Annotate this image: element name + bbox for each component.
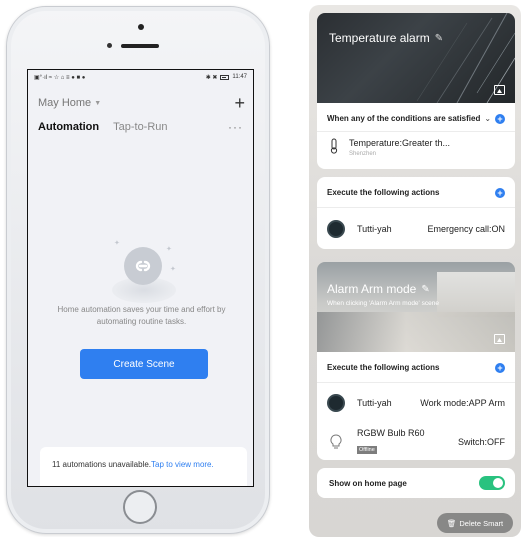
status-time: 11:47	[232, 74, 247, 80]
device-icon	[327, 220, 345, 238]
actions-header: Execute the following actions	[327, 188, 440, 197]
kitchen-image-part	[317, 312, 515, 352]
bulb-icon	[327, 433, 345, 451]
status-right: ✱ ✖ 11:47	[206, 74, 247, 81]
condition-header-text: When any of the conditions are satisfied	[327, 114, 481, 123]
scene-banner-alarm[interactable]: Alarm Arm mode ✎ When clicking 'Alarm Ar…	[317, 262, 515, 352]
condition-item[interactable]: Temperature:Greater th... Shenzhen	[327, 138, 450, 157]
thermometer-icon	[327, 138, 341, 154]
sparkle-icon: ✦	[170, 266, 176, 273]
app-header: May Home ▼ +	[28, 84, 253, 114]
alarm-scene-subtitle: When clicking 'Alarm Arm mode' scene	[327, 300, 439, 307]
add-condition-icon[interactable]: +	[495, 114, 505, 124]
action-device-name: Tutti-yah	[357, 398, 392, 408]
divider	[317, 207, 515, 208]
trash-icon: 🗑	[446, 518, 457, 528]
more-icon[interactable]: ···	[228, 120, 243, 134]
screenshot-root: ▣°·ıl ≈ ☆ ⌂ ≡ ● ■ ● ✱ ✖ 11:47 May Home ▼…	[0, 0, 521, 537]
empty-state-text: Home automation saves your time and effo…	[57, 305, 226, 326]
actions-header: Execute the following actions	[327, 363, 440, 372]
kitchen-image-part	[437, 272, 515, 317]
change-image-icon[interactable]	[494, 334, 505, 344]
actions-card-alarm: Execute the following actions + Tutti-ya…	[317, 352, 515, 460]
show-on-home-card: Show on home page	[317, 468, 515, 498]
actions-card-temperature: Execute the following actions + Tutti-ya…	[317, 177, 515, 249]
delete-smart-button[interactable]: 🗑 Delete Smart	[437, 513, 513, 533]
tab-tap-to-run[interactable]: Tap-to-Run	[113, 121, 167, 133]
tap-to-view-more-link[interactable]: Tap to view more.	[151, 460, 214, 469]
earpiece-speaker	[121, 44, 159, 48]
caret-down-icon: ▼	[94, 99, 102, 107]
chevron-down-icon: ⌄	[484, 114, 492, 123]
tab-bar: Automation Tap-to-Run ···	[28, 114, 253, 140]
rain-texture	[416, 13, 515, 103]
status-left-icons: ▣°·ıl ≈ ☆ ⌂ ≡ ● ■ ●	[34, 74, 86, 81]
home-selector[interactable]: May Home ▼	[38, 97, 101, 109]
offline-badge: Offline	[357, 446, 377, 454]
home-button[interactable]	[123, 490, 157, 524]
action-item[interactable]: Tutti-yah Work mode:APP Arm	[327, 394, 505, 412]
phone-frame: ▣°·ıl ≈ ☆ ⌂ ≡ ● ■ ● ✱ ✖ 11:47 May Home ▼…	[6, 6, 270, 534]
automation-link-icon	[124, 247, 162, 285]
battery-icon	[220, 74, 230, 80]
action-device-name: Tutti-yah	[357, 224, 392, 234]
condition-card: When any of the conditions are satisfied…	[317, 103, 515, 169]
status-bar: ▣°·ıl ≈ ☆ ⌂ ≡ ● ■ ● ✱ ✖ 11:47	[28, 70, 253, 84]
show-on-home-toggle[interactable]	[479, 476, 505, 490]
temperature-scene-title: Temperature alarm	[329, 31, 430, 45]
sparkle-icon: ✦	[166, 246, 172, 253]
proximity-sensor	[107, 43, 112, 48]
sparkle-icon: ✦	[114, 240, 120, 247]
scene-title: Alarm Arm mode ✎	[327, 282, 430, 296]
divider	[317, 131, 515, 132]
empty-state-illustration: ✦ ✦ ✦	[104, 235, 184, 305]
tab-automation[interactable]: Automation	[38, 121, 99, 133]
condition-location: Shenzhen	[349, 151, 377, 157]
delete-smart-label: Delete Smart	[459, 518, 504, 528]
condition-header[interactable]: When any of the conditions are satisfied…	[327, 114, 491, 123]
unavailable-notice: 11 automations unavailable.Tap to view m…	[40, 447, 247, 486]
add-icon[interactable]: +	[234, 94, 245, 112]
action-device-state: Switch:OFF	[457, 437, 505, 447]
action-device-name: RGBW Bulb R60	[357, 428, 425, 438]
notice-text: 11 automations unavailable.	[52, 460, 152, 469]
action-device-state: Work mode:APP Arm	[420, 398, 505, 408]
status-right-icons: ✱ ✖	[205, 74, 218, 81]
change-image-icon[interactable]	[494, 85, 505, 95]
alarm-scene-title: Alarm Arm mode	[327, 282, 417, 296]
create-scene-button[interactable]: Create Scene	[80, 349, 208, 379]
show-on-home-label: Show on home page	[329, 479, 407, 488]
scene-banner-temperature[interactable]: Temperature alarm ✎	[317, 13, 515, 103]
add-action-icon[interactable]: +	[495, 188, 505, 198]
add-action-icon[interactable]: +	[495, 363, 505, 373]
divider	[317, 382, 515, 383]
action-item[interactable]: Tutti-yah Emergency call:ON	[327, 220, 505, 238]
home-selector-label: May Home	[38, 97, 92, 109]
condition-label: Temperature:Greater th...	[349, 138, 451, 148]
action-item[interactable]: RGBW Bulb R60 Offline Switch:OFF	[327, 428, 505, 456]
edit-pencil-icon[interactable]: ✎	[421, 284, 429, 295]
phone-screen: ▣°·ıl ≈ ☆ ⌂ ≡ ● ■ ● ✱ ✖ 11:47 May Home ▼…	[27, 69, 254, 487]
action-device-state: Emergency call:ON	[427, 224, 505, 234]
device-icon	[327, 394, 345, 412]
front-camera	[138, 24, 144, 30]
scene-title: Temperature alarm ✎	[329, 31, 443, 45]
edit-pencil-icon[interactable]: ✎	[435, 33, 443, 44]
scene-detail-panel: Temperature alarm ✎ When any of the cond…	[309, 5, 521, 537]
